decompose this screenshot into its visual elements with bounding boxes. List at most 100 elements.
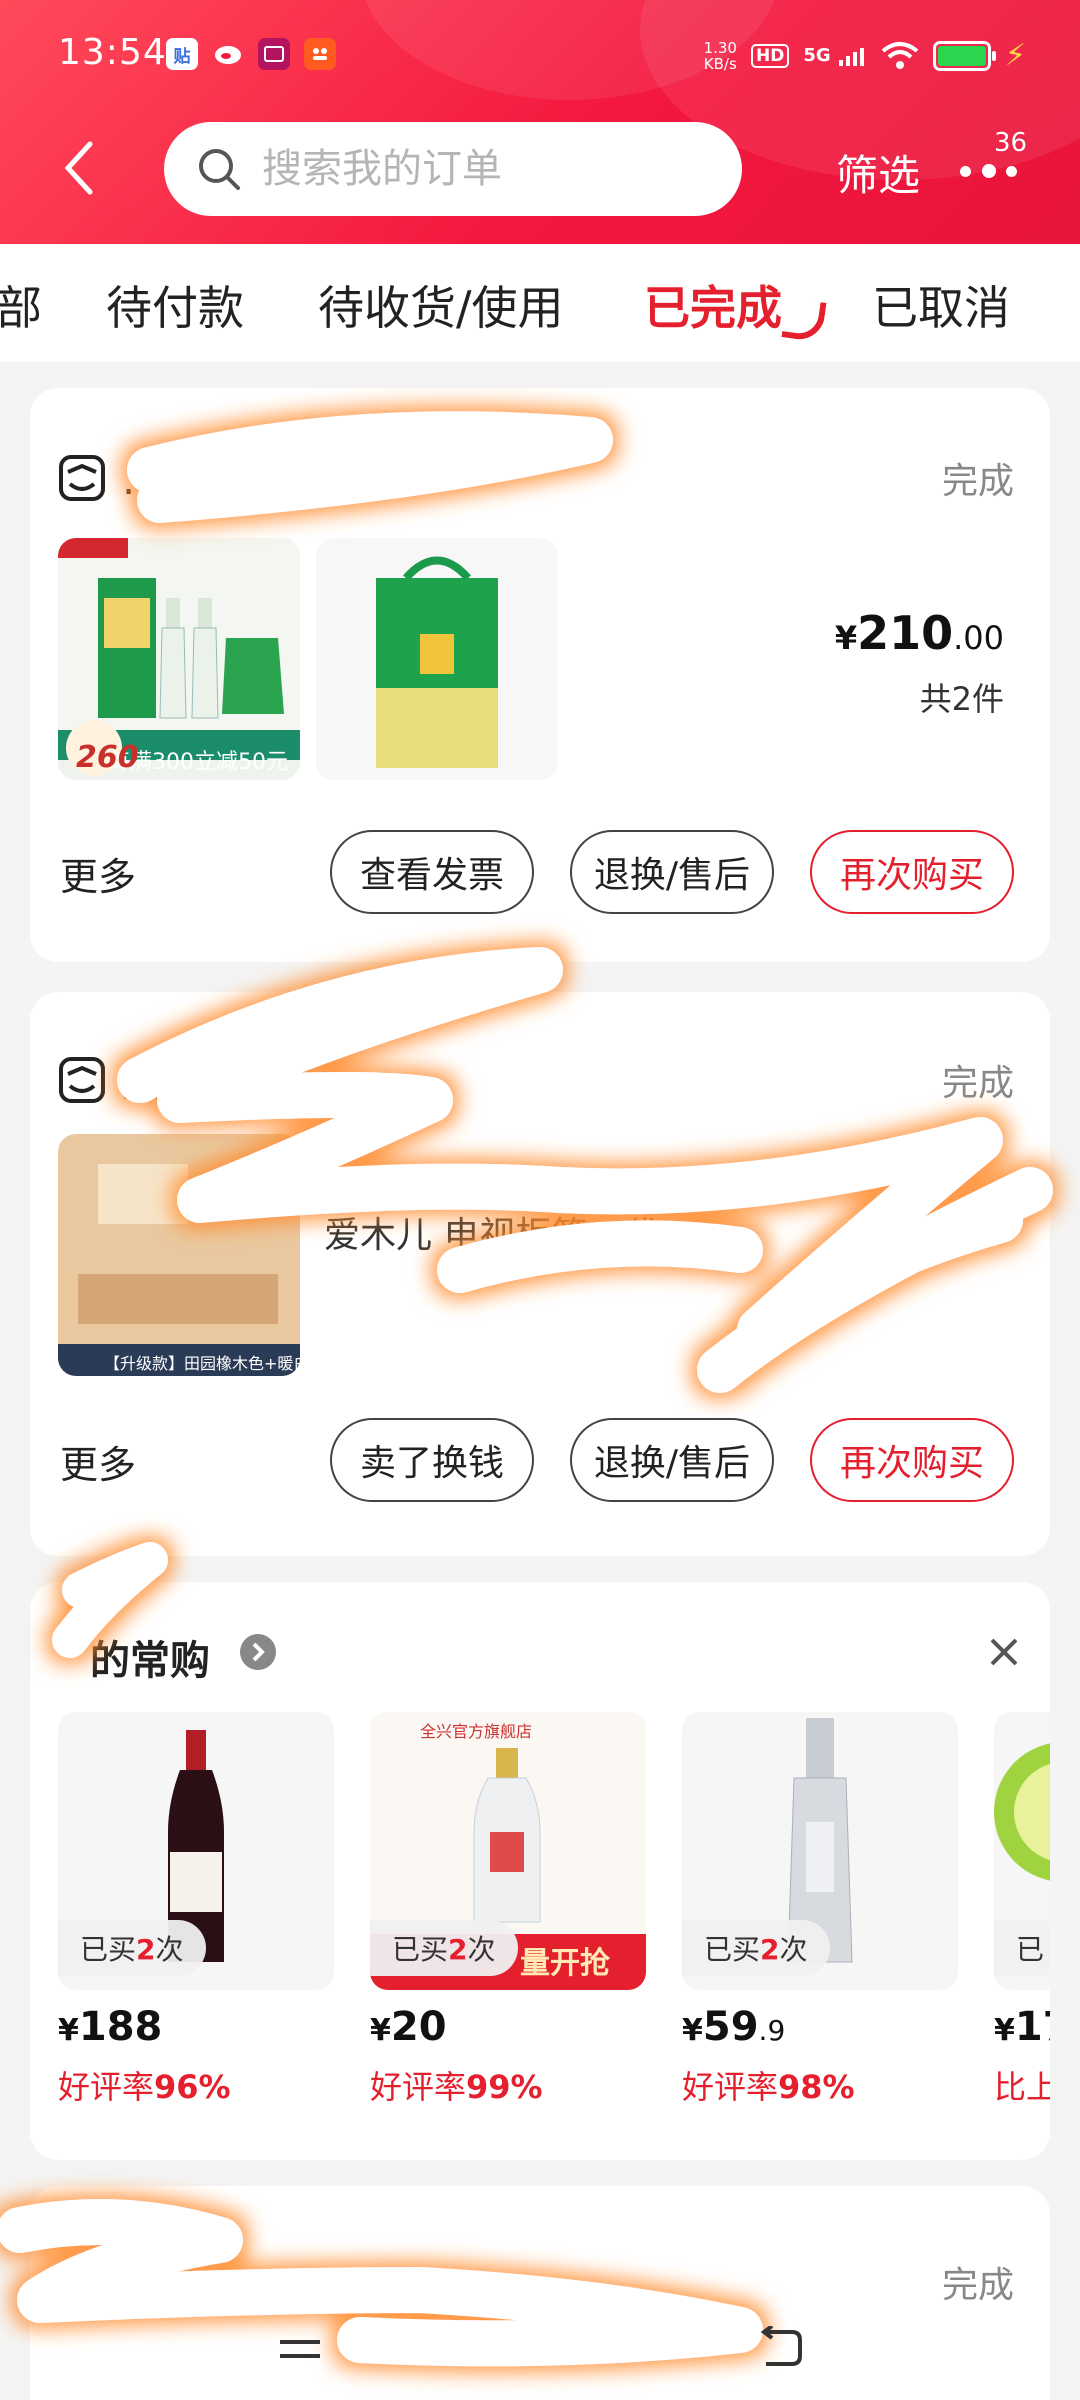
tab-pending-receipt[interactable]: 待收货/使用 xyxy=(318,272,564,338)
item-price: ¥17 xyxy=(994,2004,1050,2050)
menu-icon[interactable] xyxy=(276,2334,324,2364)
item-price: ¥59.9 xyxy=(682,2004,958,2050)
item-rating: 好评率98% xyxy=(682,2062,958,2108)
rating-prefix: 好评率 xyxy=(370,2068,467,2106)
rating-value: 99% xyxy=(466,2068,543,2106)
net-speed: 1.30 KB/s xyxy=(704,40,737,72)
close-icon[interactable] xyxy=(986,1634,1022,1670)
tab-completed[interactable]: 已完成 xyxy=(644,272,782,338)
section-title: 的常购 xyxy=(90,1638,210,1684)
item-count: 共2件 xyxy=(919,680,1004,718)
gift-bag-image xyxy=(316,538,558,780)
net-speed-unit: KB/s xyxy=(703,54,737,73)
store-label: 全兴官方旗舰店 xyxy=(420,1722,533,1741)
bought-num: 2 xyxy=(448,1933,468,1966)
frequent-purchases-card: 的常购 已买2次 ¥188 好评率96% 全兴官方旗舰店 量开抢 已买2次 ¥2… xyxy=(30,1582,1050,2160)
charging-icon: ⚡ xyxy=(1004,38,1026,73)
tieba-icon: 贴 xyxy=(166,38,198,70)
shop-icon xyxy=(59,455,105,501)
order-status: 完成 xyxy=(941,461,1014,502)
product-image: 全兴官方旗舰店 量开抢 已买2次 xyxy=(370,1712,646,1990)
item-price: ¥188 xyxy=(58,2004,334,2050)
bought-count-tag: 已买2次 xyxy=(682,1920,830,1976)
buy-again-button[interactable]: 再次购买 xyxy=(810,830,1014,914)
frequent-item[interactable]: 已买2次 ¥188 好评率96% xyxy=(58,1712,334,2108)
order-card[interactable]: …旗舰店 > 完成 每满300立减50元 260 ¥210.00 共2件 更多 … xyxy=(30,388,1050,962)
frequent-item[interactable]: 已 ¥17 比上 xyxy=(994,1712,1050,2108)
product-thumbnail[interactable] xyxy=(316,538,558,780)
return-service-button[interactable]: 退换/售后 xyxy=(570,830,774,914)
status-indicators: 1.30 KB/s HD 5G ⚡ xyxy=(704,38,1026,73)
battery-icon xyxy=(932,40,996,71)
order-status: 完成 xyxy=(941,1063,1014,1104)
product-image: 已买2次 xyxy=(682,1712,958,1990)
price-integer: 188 xyxy=(78,2004,163,2050)
tv-cabinet-image xyxy=(58,1134,300,1376)
back-button[interactable] xyxy=(58,138,102,198)
filter-button[interactable]: 筛选 xyxy=(836,142,920,203)
shop-name[interactable]: 爱 xyxy=(122,1050,162,1108)
bought-count-tag: 已买2次 xyxy=(58,1920,206,1976)
net-speed-value: 1.30 xyxy=(703,38,737,57)
currency-symbol: ¥ xyxy=(58,2013,79,2048)
back-nav-icon[interactable] xyxy=(756,2326,806,2370)
search-icon xyxy=(199,149,240,190)
sell-for-cash-button[interactable]: 卖了换钱 xyxy=(330,1418,534,1502)
item-price: ¥20 xyxy=(370,2004,646,2050)
price-decimal: .9 xyxy=(758,2014,786,2047)
promo-banner: 量开抢 xyxy=(520,1946,610,1981)
more-menu-button[interactable] xyxy=(956,152,1026,192)
bought-count-tag: 已 xyxy=(994,1920,1050,1976)
view-invoice-button[interactable]: 查看发票 xyxy=(330,830,534,914)
rating-prefix: 比上 xyxy=(994,2068,1050,2106)
promo-price: 260 xyxy=(76,740,139,775)
status-app-icons: 贴 xyxy=(166,38,336,70)
status-time: 13:54 xyxy=(58,32,167,73)
more-link[interactable]: 更多 xyxy=(60,1434,136,1489)
product-image: 已 xyxy=(994,1712,1050,1990)
thumb-caption: 【升级款】田园橡木色+暖白色 xyxy=(104,1354,326,1373)
product-title[interactable]: 爱木儿 电视柜第二代 xyxy=(324,1206,659,1258)
product-image: 已买2次 xyxy=(58,1712,334,1990)
bought-prefix: 已买 xyxy=(80,1933,137,1966)
system-nav-bar xyxy=(0,2300,1080,2400)
rating-value: 98% xyxy=(778,2068,855,2106)
network-type: 5G xyxy=(803,45,831,66)
order-total: ¥210.00 共2件 xyxy=(835,606,1004,720)
bought-suffix: 次 xyxy=(779,1933,808,1966)
buy-again-button[interactable]: 再次购买 xyxy=(810,1418,1014,1502)
tab-pending-payment[interactable]: 待付款 xyxy=(106,272,244,338)
frequent-item[interactable]: 已买2次 ¥59.9 好评率98% xyxy=(682,1712,958,2108)
product-thumbnail[interactable] xyxy=(58,1134,300,1376)
search-input[interactable] xyxy=(262,146,702,192)
rating-prefix: 好评率 xyxy=(682,2068,779,2106)
notification-badge: 36 xyxy=(994,128,1028,158)
chevron-right-icon[interactable] xyxy=(240,1634,276,1670)
currency-symbol: ¥ xyxy=(682,2013,703,2048)
rating-value: 96% xyxy=(154,2068,231,2106)
shop-name[interactable]: …旗舰店 > xyxy=(122,448,328,506)
item-rating: 好评率96% xyxy=(58,2062,334,2108)
search-bar[interactable] xyxy=(164,122,742,216)
price-decimal: .00 xyxy=(953,619,1004,657)
bought-suffix: 次 xyxy=(467,1933,496,1966)
order-price: ¥210.00 xyxy=(835,606,1004,660)
signal-5g-icon: 5G xyxy=(803,45,867,66)
return-service-button[interactable]: 退换/售后 xyxy=(570,1418,774,1502)
item-rating: 比上 xyxy=(994,2062,1050,2108)
price-integer: 20 xyxy=(390,2004,447,2050)
bought-prefix: 已 xyxy=(1016,1933,1045,1966)
rating-prefix: 好评率 xyxy=(58,2068,155,2106)
more-link[interactable]: 更多 xyxy=(60,846,136,901)
tab-all[interactable]: 部 xyxy=(0,272,42,338)
currency-symbol: ¥ xyxy=(370,2013,391,2048)
shop-icon xyxy=(59,1057,105,1103)
frequent-item[interactable]: 全兴官方旗舰店 量开抢 已买2次 ¥20 好评率99% xyxy=(370,1712,646,2108)
status-bar: 13:54 贴 1.30 KB/s HD 5G ⚡ xyxy=(0,0,1080,112)
bought-count-tag: 已买2次 xyxy=(370,1920,518,1976)
tab-cancelled[interactable]: 已取消 xyxy=(872,272,1010,338)
item-rating: 好评率99% xyxy=(370,2062,646,2108)
price-integer: 210 xyxy=(857,606,954,660)
order-card[interactable]: 爱 完成 【升级款】田园橡木色+暖白色 爱木儿 电视柜第二代 更多 卖了换钱 退… xyxy=(30,992,1050,1556)
currency-symbol: ¥ xyxy=(994,2013,1015,2048)
